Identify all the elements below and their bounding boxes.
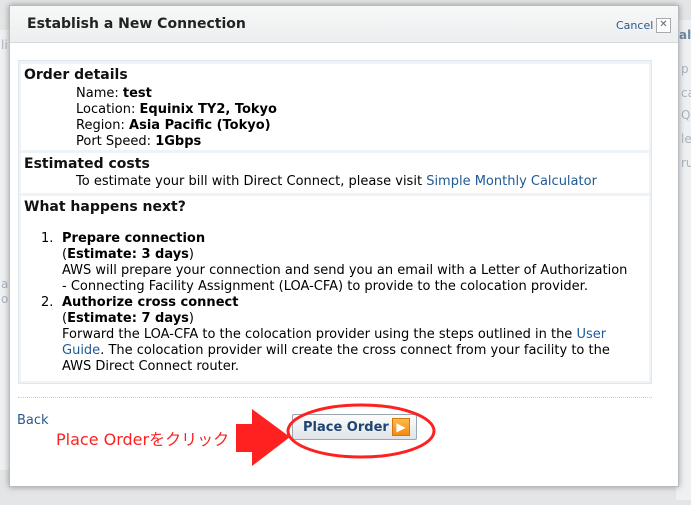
- annotation-circle: [286, 403, 436, 459]
- annotation-arrow: [236, 409, 290, 466]
- annotation-text: Place Orderをクリック: [56, 430, 230, 449]
